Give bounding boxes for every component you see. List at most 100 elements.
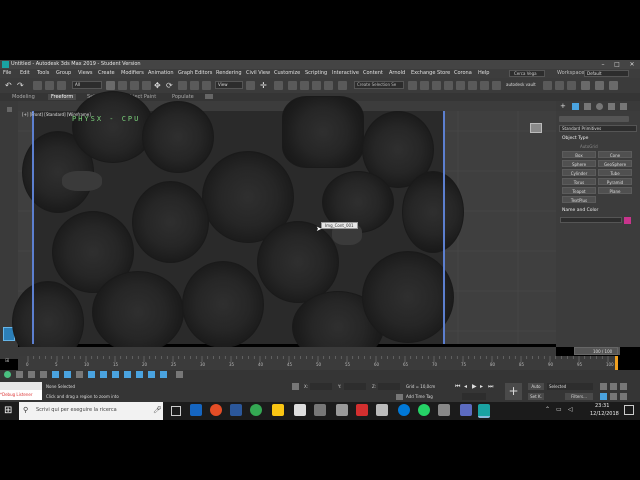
play-icon[interactable]: ▶	[472, 383, 477, 390]
viewport-tools-icon[interactable]	[88, 371, 95, 378]
track-bar-toggle-icon[interactable]: ⊞	[5, 358, 15, 364]
time-slider-track[interactable]	[18, 347, 620, 356]
render-mode-icon[interactable]	[100, 371, 107, 378]
place-icon[interactable]	[190, 81, 199, 90]
mirror-icon[interactable]	[408, 81, 417, 90]
box-button[interactable]: Box	[562, 151, 596, 158]
windows-start-icon[interactable]: ⊞	[4, 405, 15, 416]
menu-arnold[interactable]: Arnold	[389, 70, 405, 76]
acrobat-icon[interactable]	[356, 404, 368, 416]
clock-time[interactable]: 23:31	[595, 403, 609, 409]
debug-listener[interactable]: *Debug Listener	[0, 390, 42, 400]
teapot-render-icon[interactable]	[581, 81, 590, 90]
modify-tab-icon[interactable]	[572, 103, 579, 110]
network-icon[interactable]: ▭	[556, 406, 562, 413]
file-explorer-icon[interactable]	[272, 404, 284, 416]
reference-coordinate-dropdown[interactable]: View	[215, 81, 243, 89]
menu-edit[interactable]: Edit	[20, 70, 30, 76]
viewcube-icon[interactable]	[530, 123, 542, 133]
motion-tab-icon[interactable]	[596, 103, 603, 110]
zoom-icon[interactable]	[600, 383, 607, 390]
menu-animation[interactable]: Animation	[148, 70, 174, 76]
material-editor-icon[interactable]	[492, 81, 501, 90]
store-icon[interactable]	[294, 404, 306, 416]
cylinder-button[interactable]: Cylinder	[562, 169, 596, 176]
autodesk-vault-label[interactable]: autodesk vault	[506, 82, 536, 87]
mass-fx-icon[interactable]	[124, 371, 131, 378]
app-icon[interactable]	[460, 404, 472, 416]
task-view-icon[interactable]	[171, 406, 181, 416]
object-color-swatch[interactable]	[624, 217, 631, 224]
toggle-scene-explorer-icon[interactable]	[432, 81, 441, 90]
undo-icon[interactable]: ↶	[5, 81, 14, 90]
maximize-icon[interactable]: □	[610, 60, 624, 69]
word-icon[interactable]	[230, 404, 242, 416]
skype-icon[interactable]	[438, 404, 450, 416]
listener-box[interactable]	[0, 382, 42, 390]
menu-rendering[interactable]: Rendering	[216, 70, 242, 76]
add-time-tag[interactable]: Add Time Tag	[406, 394, 433, 399]
unlink-icon[interactable]	[45, 81, 54, 90]
render-teapot-icon[interactable]	[202, 81, 211, 90]
physx-icon[interactable]	[112, 371, 119, 378]
zoom-all-icon[interactable]	[610, 383, 617, 390]
angle-snap-icon[interactable]	[300, 81, 309, 90]
settings-gear-icon[interactable]	[336, 404, 348, 416]
set-key-icon[interactable]: +	[505, 383, 522, 400]
auto-key-button[interactable]: Auto	[528, 383, 544, 390]
y-coordinate-field[interactable]	[344, 383, 366, 390]
display-tab-icon[interactable]	[608, 103, 615, 110]
expand-icon[interactable]	[7, 107, 12, 112]
menu-interactive[interactable]: Interactive	[332, 70, 359, 76]
menu-scripting[interactable]: Scripting	[305, 70, 327, 76]
percent-snap-icon[interactable]	[312, 81, 321, 90]
adaptive-degradation-icon[interactable]	[76, 371, 83, 378]
menu-help[interactable]: Help	[478, 70, 489, 76]
3dsmax-taskbar-icon[interactable]	[478, 404, 490, 418]
x-coordinate-field[interactable]	[310, 383, 332, 390]
loop-icon[interactable]	[160, 371, 167, 378]
current-frame-field[interactable]	[462, 393, 486, 400]
rotate-icon[interactable]: ⟳	[166, 81, 175, 90]
pan-icon[interactable]	[610, 393, 617, 400]
menu-customize[interactable]: Customize	[274, 70, 300, 76]
snaps-toggle-icon[interactable]	[288, 81, 297, 90]
time-ruler[interactable]: 0 5 10 15 20 25 30 35 40 45 50 55 60 65 70 75 80 85 90 95 10…	[18, 356, 618, 370]
bind-space-warp-icon[interactable]	[57, 81, 66, 90]
toggle-ribbon-icon[interactable]	[456, 81, 465, 90]
scale-icon[interactable]	[178, 81, 187, 90]
action-center-icon[interactable]	[624, 405, 634, 415]
menu-tools[interactable]: Tools	[37, 70, 49, 76]
menu-group[interactable]: Group	[56, 70, 71, 76]
object-name-field[interactable]	[560, 217, 622, 223]
edge-icon[interactable]	[190, 404, 202, 416]
maxscript-icon[interactable]	[4, 371, 11, 378]
textplus-button[interactable]: TextPlus	[562, 196, 596, 203]
whatsapp-icon[interactable]	[418, 404, 430, 416]
key-filter-dropdown[interactable]: Selected	[547, 383, 593, 390]
object-type-rollout[interactable]: Object Type	[562, 136, 588, 141]
render-setup-icon[interactable]	[543, 81, 552, 90]
menu-file[interactable]: File	[3, 70, 11, 76]
absolute-transform-icon[interactable]	[292, 383, 299, 390]
selection-filter-dropdown[interactable]: All	[72, 81, 102, 89]
go-to-start-icon[interactable]: ⏮	[455, 383, 460, 391]
photos-icon[interactable]	[376, 404, 388, 416]
align-icon[interactable]	[420, 81, 429, 90]
marker-icon[interactable]	[176, 371, 183, 378]
link-icon[interactable]	[33, 81, 42, 90]
cone-button[interactable]: Cone	[598, 151, 632, 158]
rendered-frame-window-icon[interactable]	[555, 81, 564, 90]
named-selection-dropdown[interactable]: Create Selection Se	[354, 81, 404, 89]
pyramid-button[interactable]: Pyramid	[598, 178, 632, 185]
menu-views[interactable]: Views	[78, 70, 92, 76]
chrome-icon[interactable]	[210, 404, 222, 416]
front-viewport[interactable]: [+] [Front] [Standard] [Wireframe] PHYSX…	[12, 91, 556, 363]
geosphere-button[interactable]: GeoSphere	[598, 160, 632, 167]
time-tag-icon[interactable]	[396, 394, 403, 400]
grid-icon[interactable]	[52, 371, 59, 378]
torus-button[interactable]: Torus	[562, 178, 596, 185]
autogrid-checkbox[interactable]: AutoGrid	[580, 144, 598, 149]
frame-counter[interactable]: 100 / 100	[574, 347, 618, 355]
rectangular-selection-icon[interactable]	[130, 81, 139, 90]
